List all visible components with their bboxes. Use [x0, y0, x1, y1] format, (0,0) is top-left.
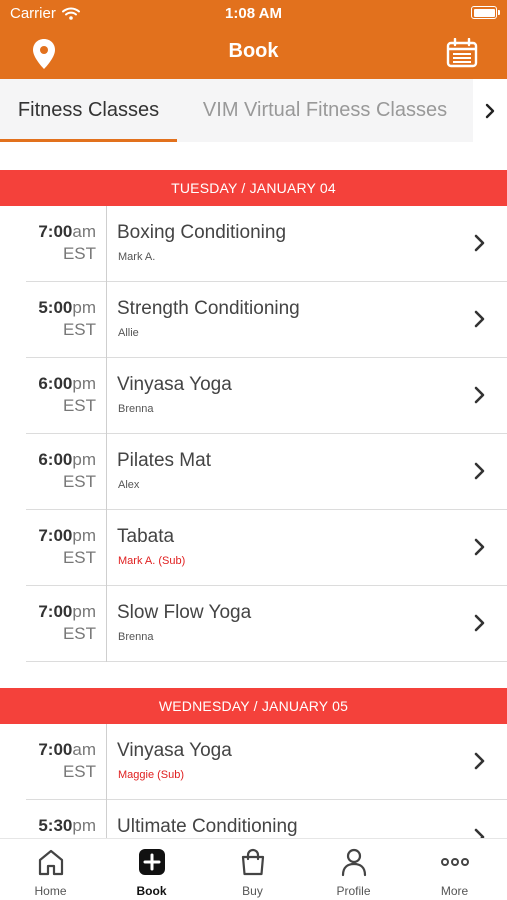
page-title: Book	[228, 40, 279, 62]
class-row[interactable]: 7:00pm EST Tabata Mark A. (Sub)	[26, 510, 507, 586]
tab-label: More	[440, 884, 469, 898]
start-time: 5:00	[38, 298, 73, 317]
chevron-right-icon	[474, 752, 485, 770]
tab-vim-virtual-fitness-classes[interactable]: VIM Virtual Fitness Classes	[177, 79, 473, 142]
class-schedule-list[interactable]: TUESDAY / JANUARY 04 7:00am EST Boxing C…	[0, 142, 507, 838]
class-title: Vinyasa Yoga	[117, 374, 232, 395]
timezone: EST	[62, 244, 96, 263]
tab-buy[interactable]: Buy	[202, 839, 303, 900]
timezone: EST	[62, 762, 96, 781]
am-pm: pm	[72, 816, 96, 835]
class-time: 7:00pm EST	[26, 586, 107, 662]
start-time: 7:00	[38, 222, 73, 241]
class-row[interactable]: 7:00pm EST Slow Flow Yoga Brenna	[26, 586, 507, 662]
class-title: Vinyasa Yoga	[117, 740, 232, 761]
tab-label: Buy	[242, 884, 263, 898]
instructor-name: Brenna	[118, 403, 154, 415]
substitute-instructor-name: Mark A. (Sub)	[118, 555, 186, 567]
am-pm: pm	[72, 602, 96, 621]
day-header: WEDNESDAY / JANUARY 05	[0, 688, 507, 724]
battery-icon	[471, 6, 500, 19]
start-time: 7:00	[38, 602, 73, 621]
calendar-icon	[446, 37, 478, 68]
substitute-instructor-name: Maggie (Sub)	[118, 769, 185, 781]
class-type-tabs: Fitness Classes VIM Virtual Fitness Clas…	[0, 79, 507, 142]
class-row[interactable]: 5:00pm EST Strength Conditioning Allie	[26, 282, 507, 358]
chevron-right-icon	[474, 386, 485, 404]
class-title: Tabata	[117, 526, 175, 547]
tab-label: Home	[34, 884, 67, 898]
class-time: 7:00pm EST	[26, 510, 107, 586]
am-pm: pm	[72, 298, 96, 317]
class-time: 7:00am EST	[26, 206, 107, 282]
clock: 1:08 AM	[225, 5, 282, 22]
timezone: EST	[62, 320, 96, 339]
am-pm: pm	[72, 374, 96, 393]
timezone: EST	[62, 396, 96, 415]
timezone: EST	[62, 548, 96, 567]
chevron-right-icon	[474, 234, 485, 252]
start-time: 5:30	[38, 816, 73, 835]
bottom-tab-bar: Home Book Buy Profile More	[0, 838, 507, 900]
chevron-right-icon	[474, 538, 485, 556]
tab-more[interactable]: More	[404, 839, 505, 900]
tab-home[interactable]: Home	[0, 839, 101, 900]
chevron-right-icon	[485, 103, 495, 118]
navigation-bar: Carrier 1:08 AM Book	[0, 0, 507, 79]
chevron-right-icon	[474, 614, 485, 632]
start-time: 6:00	[38, 374, 73, 393]
class-time: 5:30pm	[26, 800, 107, 838]
status-bar: Carrier 1:08 AM	[0, 0, 507, 28]
am-pm: pm	[72, 450, 96, 469]
more-dots-icon	[441, 858, 469, 866]
class-title: Slow Flow Yoga	[117, 602, 252, 623]
class-time: 5:00pm EST	[26, 282, 107, 358]
class-title: Boxing Conditioning	[117, 222, 287, 243]
plus-square-icon	[139, 849, 165, 875]
start-time: 6:00	[38, 450, 73, 469]
tab-book[interactable]: Book	[101, 839, 202, 900]
start-time: 7:00	[38, 526, 73, 545]
timezone: EST	[62, 472, 96, 491]
instructor-name: Allie	[118, 327, 139, 339]
start-time: 7:00	[38, 740, 73, 759]
calendar-button[interactable]	[446, 37, 478, 68]
class-row[interactable]: 7:00am EST Vinyasa Yoga Maggie (Sub)	[26, 724, 507, 800]
class-row[interactable]: 6:00pm EST Vinyasa Yoga Brenna	[26, 358, 507, 434]
home-icon	[38, 849, 64, 876]
tab-label: Fitness Classes	[17, 99, 160, 121]
timezone: EST	[62, 624, 96, 643]
instructor-name: Mark A.	[118, 251, 156, 263]
am-pm: am	[72, 222, 96, 241]
chevron-right-icon	[474, 310, 485, 328]
class-time: 6:00pm EST	[26, 434, 107, 510]
class-row[interactable]: 7:00am EST Boxing Conditioning Mark A.	[26, 206, 507, 282]
am-pm: pm	[72, 526, 96, 545]
tab-label: Profile	[336, 884, 371, 898]
class-time: 7:00am EST	[26, 724, 107, 800]
tab-fitness-classes[interactable]: Fitness Classes	[0, 79, 177, 142]
class-row[interactable]: 5:30pm Ultimate Conditioning	[26, 800, 507, 838]
tab-label: Book	[136, 884, 167, 898]
tabs-scroll-right-button[interactable]	[473, 79, 507, 142]
class-row[interactable]: 6:00pm EST Pilates Mat Alex	[26, 434, 507, 510]
tab-profile[interactable]: Profile	[303, 839, 404, 900]
shopping-bag-icon	[241, 848, 265, 876]
class-title: Pilates Mat	[117, 450, 211, 471]
tab-label: VIM Virtual Fitness Classes	[202, 99, 448, 121]
day-header: TUESDAY / JANUARY 04	[0, 170, 507, 206]
instructor-name: Brenna	[118, 631, 154, 643]
class-time: 6:00pm EST	[26, 358, 107, 434]
instructor-name: Alex	[118, 479, 140, 491]
am-pm: am	[72, 740, 96, 759]
class-title: Ultimate Conditioning	[117, 816, 298, 837]
chevron-right-icon	[474, 828, 485, 838]
class-title: Strength Conditioning	[117, 298, 300, 319]
chevron-right-icon	[474, 462, 485, 480]
person-icon	[341, 848, 367, 877]
